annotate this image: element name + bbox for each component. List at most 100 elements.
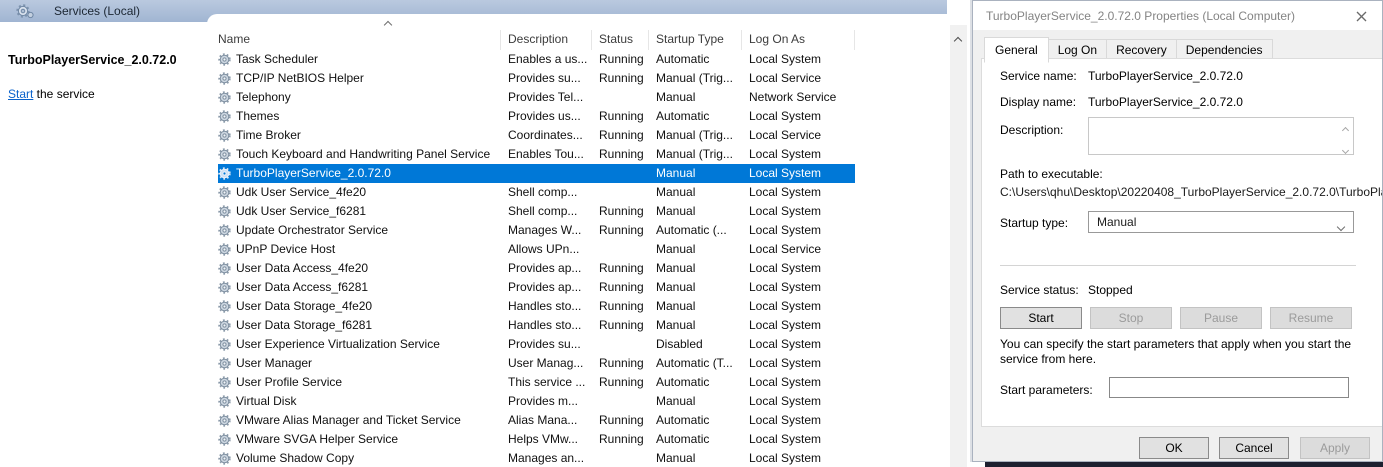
resume-button[interactable]: Resume	[1270, 307, 1352, 329]
table-row[interactable]: VMware SVGA Helper ServiceHelps VMw...Ru…	[207, 430, 950, 449]
cell-name: Telephony	[218, 88, 501, 107]
table-row[interactable]: User Data Access_f6281Provides ap...Runn…	[207, 278, 950, 297]
table-row[interactable]: Task SchedulerEnables a us...RunningAuto…	[207, 50, 950, 69]
cell-name: User Data Access_4fe20	[218, 259, 501, 278]
column-header-name[interactable]: Name	[218, 30, 501, 50]
cell-status: Running	[592, 373, 649, 392]
ok-button[interactable]: OK	[1139, 437, 1209, 459]
cell-status	[592, 88, 649, 107]
cell-status: Running	[592, 69, 649, 88]
path-label: Path to executable:	[1000, 167, 1103, 181]
scroll-up-icon[interactable]	[955, 33, 961, 47]
display-name-label: Display name:	[1000, 95, 1076, 109]
cell-description	[501, 164, 592, 183]
start-button[interactable]: Start	[1000, 307, 1082, 329]
apply-button[interactable]: Apply	[1300, 437, 1370, 459]
selected-service-title: TurboPlayerService_2.0.72.0	[8, 53, 177, 67]
stop-button[interactable]: Stop	[1090, 307, 1172, 329]
gear-icon	[218, 395, 231, 408]
start-parameters-input[interactable]	[1109, 377, 1349, 398]
cell-name: Volume Shadow Copy	[218, 449, 501, 467]
gear-icon	[218, 205, 231, 218]
service-status-label: Service status:	[1000, 283, 1079, 297]
startup-type-select[interactable]: Manual	[1088, 211, 1354, 233]
table-row[interactable]: User Data Storage_4fe20Handles sto...Run…	[207, 297, 950, 316]
gear-icon	[218, 72, 231, 85]
close-icon[interactable]	[1350, 6, 1372, 26]
table-row[interactable]: TCP/IP NetBIOS HelperProvides su...Runni…	[207, 69, 950, 88]
cell-description: Enables a us...	[501, 50, 592, 69]
column-header-startup-type[interactable]: Startup Type	[649, 30, 742, 50]
table-row[interactable]: User ManagerUser Manag...RunningAutomati…	[207, 354, 950, 373]
table-row[interactable]: Volume Shadow CopyManages an...ManualLoc…	[207, 449, 950, 467]
table-row[interactable]: TelephonyProvides Tel...ManualNetwork Se…	[207, 88, 950, 107]
gear-icon	[218, 319, 231, 332]
gear-icon	[218, 224, 231, 237]
cell-description: This service ...	[501, 373, 592, 392]
cell-status: Running	[592, 107, 649, 126]
cell-log-on-as: Local System	[742, 316, 855, 335]
cell-startup-type: Manual	[649, 240, 742, 259]
column-header-log-on-as[interactable]: Log On As	[742, 30, 855, 50]
cell-startup-type: Manual	[649, 392, 742, 411]
table-row[interactable]: Touch Keyboard and Handwriting Panel Ser…	[207, 145, 950, 164]
vertical-scrollbar[interactable]	[950, 25, 967, 467]
cell-name: User Data Storage_f6281	[218, 316, 501, 335]
start-service-link[interactable]: Start	[8, 87, 33, 101]
gear-icon	[218, 376, 231, 389]
cell-description: Provides us...	[501, 107, 592, 126]
cell-name: TCP/IP NetBIOS Helper	[218, 69, 501, 88]
tab-general[interactable]: General	[984, 37, 1049, 63]
gear-icon	[218, 91, 231, 104]
cell-status: Running	[592, 297, 649, 316]
cell-name: User Data Access_f6281	[218, 278, 501, 297]
table-row[interactable]: User Experience Virtualization ServicePr…	[207, 335, 950, 354]
table-row[interactable]: UPnP Device HostAllows UPn...ManualLocal…	[207, 240, 950, 259]
table-row[interactable]: Update Orchestrator ServiceManages W...R…	[207, 221, 950, 240]
cell-log-on-as: Local System	[742, 164, 855, 183]
table-row[interactable]: ThemesProvides us...RunningAutomaticLoca…	[207, 107, 950, 126]
cell-log-on-as: Local System	[742, 183, 855, 202]
cell-startup-type: Automatic	[649, 373, 742, 392]
textarea-scroll-up-icon[interactable]	[1343, 122, 1379, 136]
cell-name: Udk User Service_4fe20	[218, 183, 501, 202]
table-row[interactable]: User Data Access_4fe20Provides ap...Runn…	[207, 259, 950, 278]
cell-description: Manages W...	[501, 221, 592, 240]
cell-startup-type: Manual	[649, 278, 742, 297]
cell-description: Coordinates...	[501, 126, 592, 145]
description-textarea[interactable]	[1088, 117, 1354, 155]
table-row[interactable]: Udk User Service_f6281Shell comp...Runni…	[207, 202, 950, 221]
taskbar-fragment	[985, 462, 1383, 467]
cell-log-on-as: Local System	[742, 449, 855, 467]
table-row[interactable]: Udk User Service_4fe20Shell comp...Manua…	[207, 183, 950, 202]
cancel-button[interactable]: Cancel	[1219, 437, 1289, 459]
table-row[interactable]: User Data Storage_f6281Handles sto...Run…	[207, 316, 950, 335]
cell-description: Alias Mana...	[501, 411, 592, 430]
cell-startup-type: Manual	[649, 183, 742, 202]
table-row[interactable]: User Profile ServiceThis service ...Runn…	[207, 373, 950, 392]
cell-name: TurboPlayerService_2.0.72.0	[218, 164, 501, 183]
cell-description: Provides ap...	[501, 278, 592, 297]
gear-icon	[218, 262, 231, 275]
cell-description: Provides m...	[501, 392, 592, 411]
dialog-titlebar[interactable]: TurboPlayerService_2.0.72.0 Properties (…	[973, 1, 1382, 30]
cell-log-on-as: Local Service	[742, 126, 855, 145]
service-action-suffix: the service	[33, 87, 94, 101]
table-row[interactable]: Virtual DiskProvides m...ManualLocal Sys…	[207, 392, 950, 411]
cell-description: Handles sto...	[501, 297, 592, 316]
cell-log-on-as: Local System	[742, 373, 855, 392]
cell-name: User Manager	[218, 354, 501, 373]
textarea-scroll-down-icon[interactable]	[1343, 142, 1348, 156]
table-row[interactable]: VMware Alias Manager and Ticket ServiceA…	[207, 411, 950, 430]
cell-startup-type: Manual	[649, 202, 742, 221]
cell-description: Enables Tou...	[501, 145, 592, 164]
table-row[interactable]: Time BrokerCoordinates...RunningManual (…	[207, 126, 950, 145]
column-header-status[interactable]: Status	[592, 30, 649, 50]
cell-startup-type: Automatic	[649, 107, 742, 126]
service-name-value: TurboPlayerService_2.0.72.0	[1088, 69, 1243, 83]
services-list-panel: NameDescriptionStatusStartup TypeLog On …	[207, 14, 967, 467]
table-row[interactable]: TurboPlayerService_2.0.72.0ManualLocal S…	[207, 164, 950, 183]
column-header-description[interactable]: Description	[501, 30, 592, 50]
cell-log-on-as: Local System	[742, 202, 855, 221]
pause-button[interactable]: Pause	[1180, 307, 1262, 329]
